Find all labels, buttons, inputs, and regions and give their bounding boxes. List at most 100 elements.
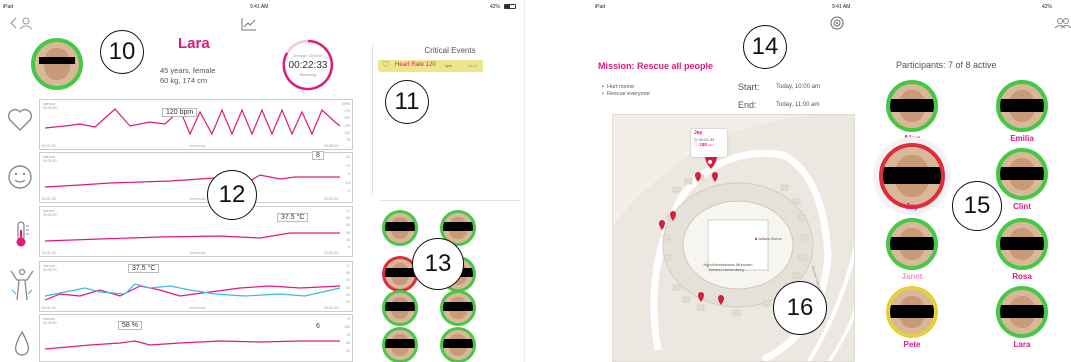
participant-avatar[interactable] <box>886 286 938 338</box>
water-drop-icon[interactable] <box>12 330 32 358</box>
chart-value-label: 37.5 °C <box>128 264 160 273</box>
chart-end-time: 00:08:03 <box>324 144 338 148</box>
chart-value-label: 8 <box>312 151 324 160</box>
chart-line <box>44 285 340 301</box>
chart-line <box>44 232 340 242</box>
profile-age-sex: 45 years, female <box>160 66 216 75</box>
participant-avatar[interactable] <box>996 286 1048 338</box>
y-tick-label: 50 <box>346 341 350 345</box>
y-tick-label: 150 <box>344 116 350 121</box>
status-device: iPad <box>3 4 14 10</box>
profile-name: Lara <box>178 35 210 52</box>
y-tick-label: 100 <box>344 130 350 135</box>
vitals-panel: iPad 9:41 AM 42% 10 Lara 45 years, femal… <box>0 0 525 362</box>
participant-name: Lara <box>1013 340 1031 349</box>
callout-11: 11 <box>385 80 429 124</box>
chart-plot <box>44 283 340 301</box>
target-icon[interactable] <box>830 16 844 30</box>
participant-thumbnail[interactable] <box>382 210 418 246</box>
map-arena-label: ■ Allianz Arena <box>755 236 782 241</box>
y-tick-label: 75 <box>346 333 350 337</box>
y-tick-label: 5 <box>348 172 350 177</box>
map-bank-label: HypoVereinsbank München Werner-Heisenber… <box>703 262 753 272</box>
smiley-icon[interactable] <box>7 164 33 190</box>
participant-name: Jay <box>905 202 919 211</box>
map-popup-hr: ♡ 180 bpm <box>694 142 714 147</box>
participant-avatar[interactable] <box>996 80 1048 132</box>
y-tick-label: 15 <box>346 237 350 242</box>
participant-avatar[interactable] <box>996 218 1048 270</box>
callout-10: 10 <box>100 30 144 74</box>
chart-plot <box>44 174 340 188</box>
y-tick-label: 0 <box>348 244 350 249</box>
participant-name: Alan <box>903 134 921 143</box>
chart-line <box>44 340 340 350</box>
critical-divider <box>380 200 520 201</box>
y-tick-label: 2.5 <box>345 180 350 185</box>
map-popup[interactable]: Jay ◷ 00:22:33 ♡ 180 bpm <box>691 129 727 157</box>
vital-chart-row[interactable]: Interval 00:30:00 00:21:33 hh:mm:ss 00:22:3… <box>39 151 353 203</box>
timer-label: Average: 00:30:00 <box>293 54 323 58</box>
status-time: 9:41 AM <box>250 4 269 10</box>
mission-bullet: • Hurt noone <box>602 84 635 90</box>
status-time-right: 9:41 AM <box>832 4 851 10</box>
participant-avatar[interactable] <box>879 143 945 209</box>
chart-end-time: 00:22:33 <box>324 306 338 310</box>
y-tick-label: 25 <box>346 349 350 353</box>
participant-name: Emilia <box>1010 134 1034 143</box>
y-tick-label: 30 <box>346 230 350 235</box>
chart-value-label: 58 % <box>118 321 142 330</box>
profile-weight-height: 60 kg, 174 cm <box>160 76 208 85</box>
participant-thumbnail[interactable] <box>440 327 476 362</box>
critical-event-item[interactable]: ♡ Heart Rate 120 bpm 1m in <box>378 60 483 72</box>
chart-line <box>44 174 340 188</box>
chart-start-time: 00:21:33 <box>42 197 56 201</box>
participant-avatar[interactable] <box>996 148 1048 200</box>
trend-chart-icon[interactable] <box>241 17 257 31</box>
battery-icon <box>504 4 516 9</box>
chart-start-time: 00:07:33 <box>42 144 56 148</box>
chart-value-label: 120 bpm <box>162 108 198 117</box>
participant-thumbnail[interactable] <box>440 290 476 326</box>
participant-thumbnail[interactable] <box>382 327 418 362</box>
heart-icon[interactable] <box>7 108 33 132</box>
chart-value-label: 37.5 °C <box>277 213 309 222</box>
participant-avatar[interactable] <box>886 80 938 132</box>
timer-sub: Remaining <box>299 73 317 77</box>
back-profile-icon[interactable] <box>10 16 36 30</box>
callout-15: 15 <box>952 181 1002 231</box>
chart-value-label-secondary: 6 <box>316 323 320 330</box>
status-battery-right: 42% <box>1042 4 1053 10</box>
vital-chart-row[interactable]: Interval 00:30:00 00:07:33 hh:mm:ss 00:08:0… <box>39 99 353 150</box>
vital-chart-row[interactable]: Interval 00:30:00 00:21:33 hh:mm:ss 00:22:3… <box>39 261 353 312</box>
y-tick-label: °C <box>346 209 350 213</box>
critical-events-title: Critical Events <box>424 46 476 55</box>
heart-small-icon: ♡ <box>694 142 699 147</box>
y-tick-label: 7.5 <box>345 163 350 168</box>
participant-avatar[interactable] <box>886 218 938 270</box>
y-tick-label: 175 <box>344 109 350 114</box>
body-movement-icon[interactable] <box>9 268 35 302</box>
start-label: Start: <box>738 82 760 92</box>
end-value: Today, 11:00 am <box>776 102 820 108</box>
thermometer-icon[interactable] <box>10 220 32 248</box>
vital-chart-row[interactable]: Interval 00:30:00 00:21:33 hh:mm:ss 00:22:3… <box>39 206 353 257</box>
profile-avatar <box>31 38 83 90</box>
y-tick-label: 125 <box>344 123 350 128</box>
vital-chart-row[interactable]: Interval 00:30:00 58 %% 100 75 50 25 6 <box>39 314 353 362</box>
y-tick-label: 50 <box>346 271 350 276</box>
participants-group-icon[interactable] <box>1054 17 1071 29</box>
participant-name: Janet <box>901 272 923 281</box>
mission-panel: iPad 9:41 AM 42% 14 Mission: Rescue all … <box>592 0 1071 362</box>
y-tick-label: 75 <box>346 137 350 142</box>
callout-13: 13 <box>412 238 464 290</box>
participant-thumbnail[interactable] <box>382 290 418 326</box>
y-tick-label: 40 <box>346 278 350 283</box>
chart-axis-unit: hh:mm:ss <box>190 251 206 255</box>
chart-plot <box>44 340 340 350</box>
y-tick-label: 20 <box>346 292 350 297</box>
mission-title: Mission: Rescue all people <box>598 61 714 71</box>
heart-outline-icon: ♡ <box>382 60 390 69</box>
chart-end-time: 00:22:33 <box>324 251 338 255</box>
mission-map[interactable]: Jay ◷ 00:22:33 ♡ 180 bpm ■ Allianz Arena… <box>612 114 855 362</box>
